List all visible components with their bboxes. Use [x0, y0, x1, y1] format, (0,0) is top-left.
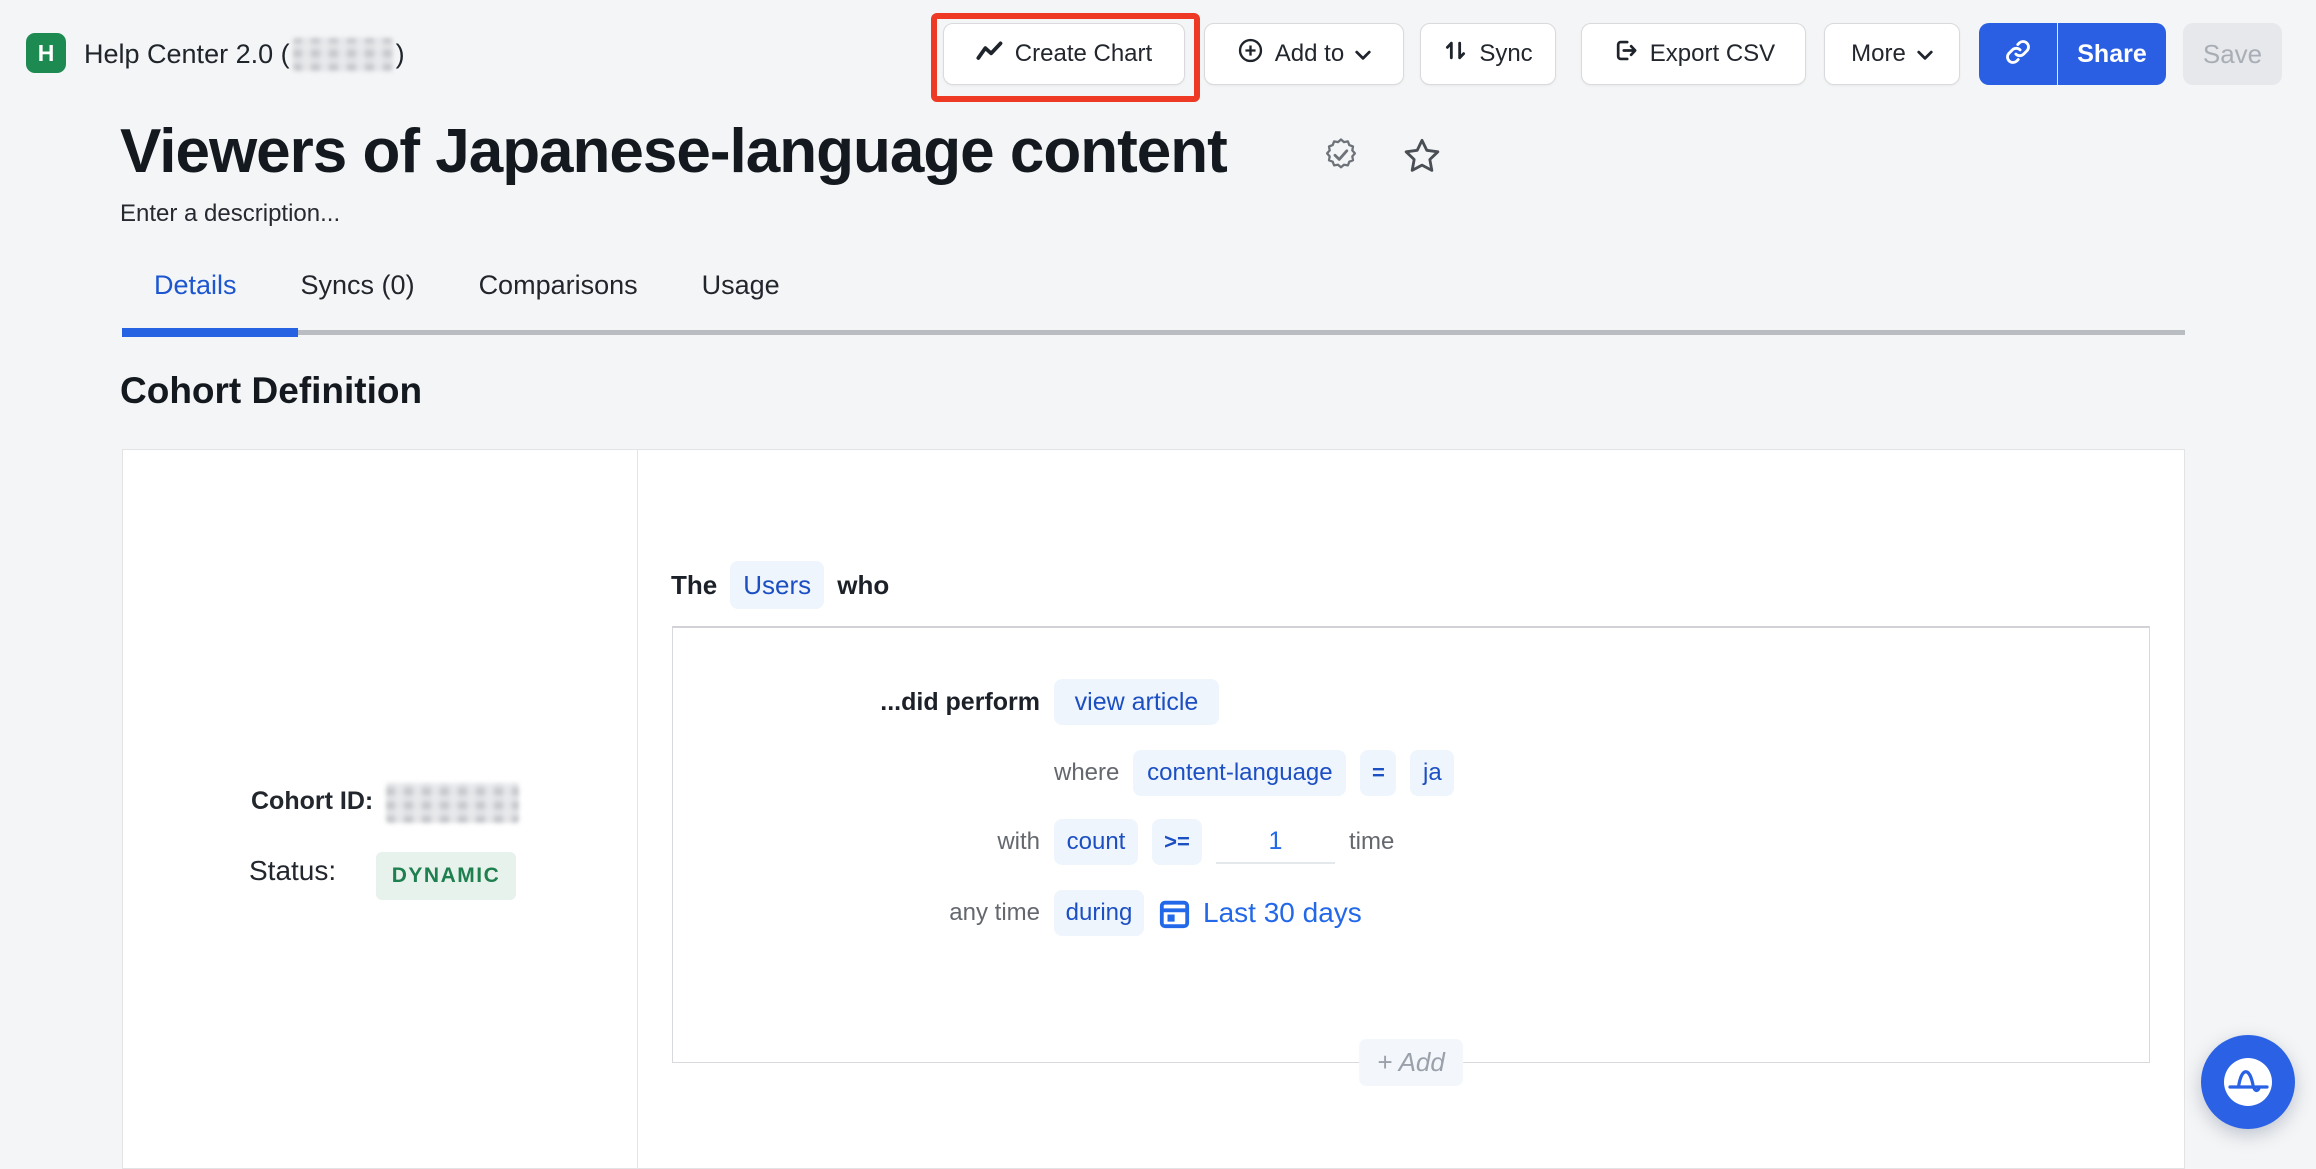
sync-button[interactable]: Sync	[1420, 23, 1556, 85]
property-value-selector[interactable]: ja	[1410, 750, 1454, 796]
event-selector[interactable]: view article	[1054, 679, 1219, 725]
star-icon[interactable]	[1402, 136, 1442, 181]
subject-suffix: who	[837, 570, 889, 601]
share-split-button[interactable]: Share	[1979, 23, 2166, 85]
more-label: More	[1851, 40, 1906, 68]
count-input[interactable]: 1	[1216, 820, 1335, 864]
property-selector[interactable]: content-language	[1133, 750, 1346, 796]
any-time-label: any time	[673, 890, 1040, 936]
tab-bar: Details Syncs (0) Comparisons Usage	[154, 270, 780, 301]
link-icon	[2004, 38, 2032, 71]
more-button[interactable]: More	[1824, 23, 1960, 85]
chevron-down-icon	[1917, 40, 1933, 68]
export-box-arrow-icon	[1612, 37, 1639, 71]
cohort-id-label: Cohort ID:	[251, 787, 383, 816]
copy-link-button[interactable]	[1979, 23, 2058, 85]
add-to-label: Add to	[1275, 40, 1344, 68]
calendar-icon	[1158, 897, 1191, 930]
redacted-workspace-id	[293, 38, 393, 71]
status-badge: DYNAMIC	[376, 852, 516, 900]
circle-plus-icon	[1237, 37, 1264, 71]
count-unit-label: time	[1349, 828, 1394, 856]
aggregation-selector[interactable]: count	[1054, 819, 1138, 865]
amplitude-logo-icon	[2201, 1035, 2295, 1129]
tab-syncs[interactable]: Syncs (0)	[301, 270, 415, 301]
create-chart-label: Create Chart	[1015, 40, 1152, 68]
operator-selector[interactable]: =	[1360, 750, 1396, 796]
tab-details[interactable]: Details	[154, 270, 237, 301]
app-logo-letter: H	[38, 40, 55, 67]
add-clause-button[interactable]: + Add	[1359, 1039, 1463, 1086]
tab-usage[interactable]: Usage	[702, 270, 780, 301]
active-tab-indicator	[122, 328, 298, 337]
cohort-subject-row: The Users who	[671, 561, 889, 609]
tab-comparisons[interactable]: Comparisons	[479, 270, 638, 301]
subject-selector[interactable]: Users	[730, 561, 824, 609]
status-label: Status:	[249, 855, 336, 887]
line-chart-icon	[976, 39, 1004, 70]
where-clause-row: where content-language = ja	[673, 750, 2149, 796]
where-label: where	[1054, 759, 1119, 787]
description-placeholder[interactable]: Enter a description...	[120, 200, 340, 228]
panel-divider	[637, 449, 638, 1169]
export-csv-button[interactable]: Export CSV	[1581, 23, 1806, 85]
clause-box: ...did perform view article where conten…	[672, 626, 2150, 1063]
subject-prefix: The	[671, 570, 717, 601]
workspace-name-suffix: )	[396, 39, 405, 70]
workspace-title: Help Center 2.0 ()	[84, 38, 405, 70]
count-clause-row: with count >= 1 time	[673, 819, 2149, 865]
verified-badge-icon[interactable]	[1322, 136, 1360, 179]
export-csv-label: Export CSV	[1650, 40, 1775, 68]
chevron-down-icon	[1355, 40, 1371, 68]
up-down-arrows-icon	[1443, 38, 1468, 70]
help-floating-button[interactable]	[2201, 1035, 2295, 1129]
create-chart-button[interactable]: Create Chart	[943, 23, 1185, 85]
with-label: with	[673, 819, 1040, 865]
comparison-selector[interactable]: >=	[1152, 819, 1202, 865]
date-range-picker[interactable]: Last 30 days	[1158, 897, 1362, 930]
save-button-disabled[interactable]: Save	[2183, 23, 2282, 85]
workspace-name: Help Center 2.0 (	[84, 39, 290, 70]
section-heading: Cohort Definition	[120, 370, 422, 412]
time-mode-selector[interactable]: during	[1054, 890, 1144, 936]
perform-label: ...did perform	[673, 679, 1040, 725]
share-button[interactable]: Share	[2058, 23, 2166, 85]
event-clause-row: ...did perform view article	[673, 679, 2149, 725]
tab-track	[122, 330, 2185, 335]
add-to-button[interactable]: Add to	[1204, 23, 1404, 85]
app-logo-square[interactable]: H	[26, 33, 66, 73]
date-range-label: Last 30 days	[1203, 897, 1362, 929]
time-clause-row: any time during Last 30 days	[673, 890, 2149, 936]
sync-label: Sync	[1479, 40, 1532, 68]
redacted-cohort-id-value	[386, 783, 519, 823]
page-title: Viewers of Japanese-language content	[120, 116, 1227, 187]
